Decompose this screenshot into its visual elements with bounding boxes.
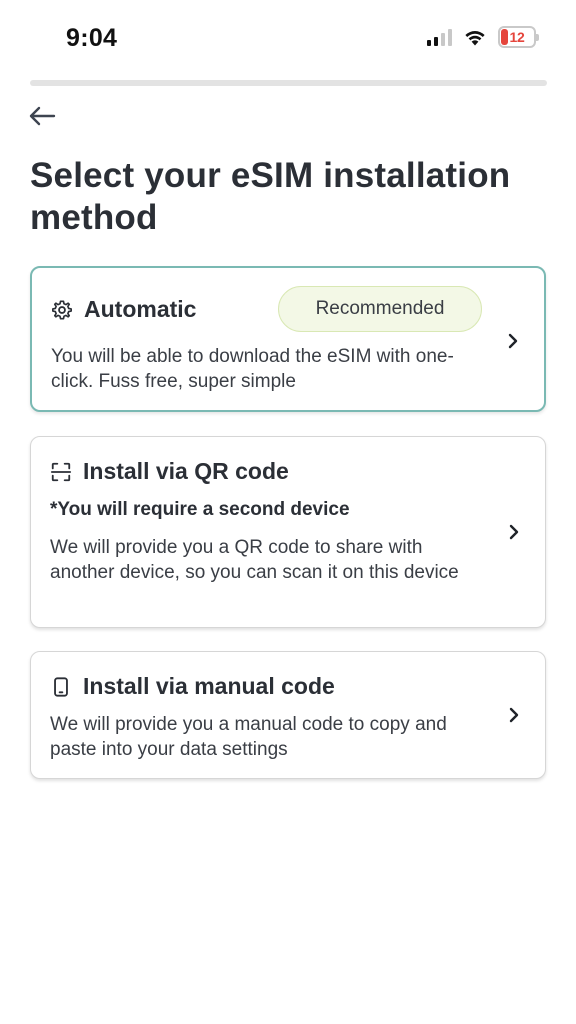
battery-icon: 12 bbox=[498, 26, 539, 48]
phone-device-icon bbox=[49, 675, 73, 699]
option-qr-code-title: Install via QR code bbox=[83, 458, 289, 484]
status-bar: 9:04 12 bbox=[0, 0, 576, 78]
battery-level: 12 bbox=[509, 29, 525, 45]
option-manual-code-header: Install via manual code bbox=[49, 673, 335, 700]
option-automatic-title: Automatic bbox=[84, 296, 197, 322]
chevron-right-icon bbox=[508, 333, 518, 349]
option-automatic[interactable]: Automatic Recommended You will be able t… bbox=[30, 266, 546, 412]
wifi-icon bbox=[465, 30, 485, 45]
page-title: Select your eSIM installation method bbox=[30, 156, 511, 237]
option-automatic-header: Automatic bbox=[50, 296, 196, 323]
arrow-left-icon bbox=[29, 106, 56, 126]
status-time: 9:04 bbox=[66, 24, 118, 52]
option-manual-code-title: Install via manual code bbox=[83, 673, 335, 699]
cellular-signal-icon bbox=[427, 28, 452, 46]
status-icons: 12 bbox=[427, 26, 539, 48]
option-manual-code-description: We will provide you a manual code to cop… bbox=[50, 714, 447, 760]
chevron-right-icon bbox=[509, 707, 519, 723]
option-manual-code[interactable]: Install via manual code We will provide … bbox=[30, 651, 546, 779]
chevron-right-icon bbox=[509, 524, 519, 540]
option-automatic-description: You will be able to download the eSIM wi… bbox=[51, 346, 454, 392]
back-button[interactable] bbox=[24, 100, 60, 132]
option-qr-code-note: *You will require a second device bbox=[50, 499, 350, 520]
esim-install-method-screen: 9:04 12 Select your eSIM installation me… bbox=[0, 0, 576, 1024]
option-qr-code-header: Install via QR code bbox=[49, 458, 289, 485]
gear-icon bbox=[50, 298, 74, 322]
qr-scan-icon bbox=[49, 460, 73, 484]
progress-divider bbox=[30, 80, 547, 86]
option-qr-code-description: We will provide you a QR code to share w… bbox=[50, 537, 459, 583]
recommended-badge: Recommended bbox=[278, 286, 482, 332]
option-qr-code[interactable]: Install via QR code *You will require a … bbox=[30, 436, 546, 628]
